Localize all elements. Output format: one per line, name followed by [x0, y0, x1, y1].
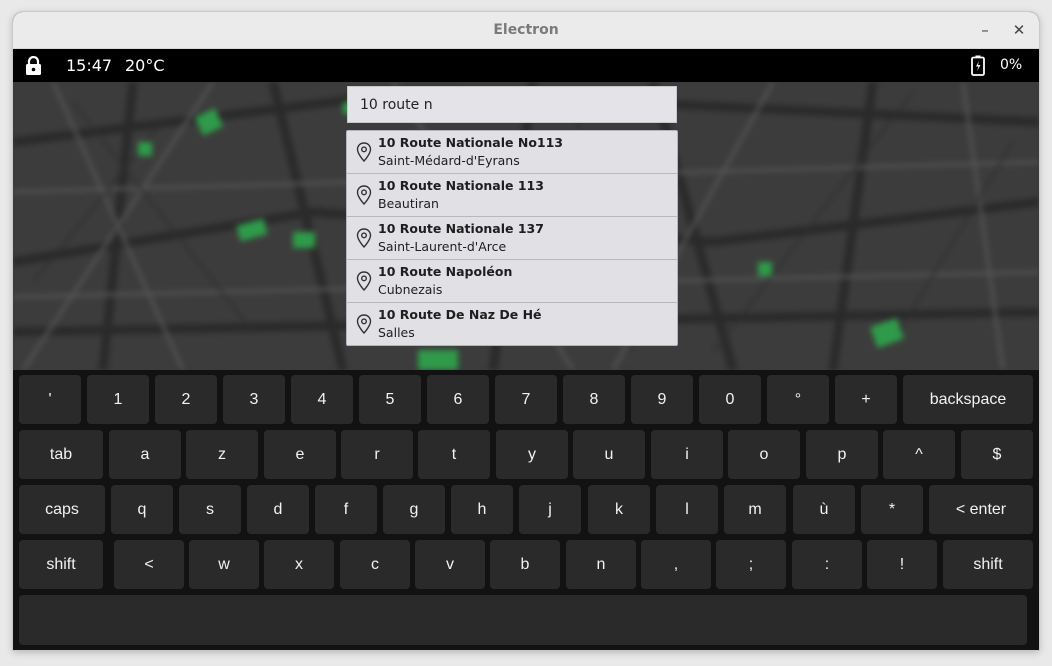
- minimize-button[interactable]: –: [973, 18, 997, 42]
- key-degree[interactable]: °: [767, 375, 829, 424]
- suggestion-item[interactable]: 10 Route Nationale 137 Saint-Laurent-d'Ar…: [347, 217, 677, 260]
- key-s[interactable]: s: [179, 485, 241, 534]
- key-x[interactable]: x: [264, 540, 334, 589]
- key-enter[interactable]: < enter: [929, 485, 1033, 534]
- key-less-than[interactable]: <: [114, 540, 184, 589]
- key-shift[interactable]: shift: [19, 540, 103, 589]
- key-space[interactable]: [19, 595, 1027, 645]
- key-u-grave[interactable]: ù: [793, 485, 855, 534]
- key-3[interactable]: 3: [223, 375, 285, 424]
- key-caps[interactable]: caps: [19, 485, 105, 534]
- battery-percent: 0%: [1000, 57, 1023, 73]
- key-9[interactable]: 9: [631, 375, 693, 424]
- status-bar: 15:47 20°C 0%: [13, 49, 1039, 82]
- key-7[interactable]: 7: [495, 375, 557, 424]
- suggestion-city: Cubnezais: [378, 282, 443, 297]
- key-j[interactable]: j: [519, 485, 581, 534]
- virtual-keyboard: ' 1 2 3 4 5 6 7 8 9 0 ° + backspace tab a z e r t y u i o p ^ $ cap…: [13, 370, 1039, 650]
- battery-charging-icon: [971, 55, 985, 76]
- clock: 15:47: [66, 56, 113, 75]
- key-a[interactable]: a: [109, 430, 181, 479]
- suggestion-item[interactable]: 10 Route Napoléon Cubnezais: [347, 260, 677, 303]
- key-0[interactable]: 0: [699, 375, 761, 424]
- key-m[interactable]: m: [724, 485, 786, 534]
- suggestion-list: 10 Route Nationale No113 Saint-Médard-d'E…: [346, 130, 678, 346]
- key-f[interactable]: f: [315, 485, 377, 534]
- suggestion-name: 10 Route Nationale 137: [378, 221, 544, 236]
- key-h[interactable]: h: [451, 485, 513, 534]
- suggestion-item[interactable]: 10 Route Nationale No113 Saint-Médard-d'E…: [347, 131, 677, 174]
- key-4[interactable]: 4: [291, 375, 353, 424]
- suggestion-city: Beautiran: [378, 196, 439, 211]
- close-button[interactable]: ✕: [1007, 18, 1031, 42]
- suggestion-item[interactable]: 10 Route De Naz De Hé Salles: [347, 303, 677, 345]
- location-pin-icon: [356, 185, 372, 205]
- suggestion-name: 10 Route De Naz De Hé: [378, 307, 542, 322]
- key-1[interactable]: 1: [87, 375, 149, 424]
- key-dollar[interactable]: $: [961, 430, 1033, 479]
- title-bar: Electron – ✕: [13, 12, 1039, 49]
- key-o[interactable]: o: [728, 430, 800, 479]
- lock-icon[interactable]: [25, 56, 42, 75]
- key-apostrophe[interactable]: ': [19, 375, 81, 424]
- key-p[interactable]: p: [806, 430, 878, 479]
- key-plus[interactable]: +: [835, 375, 897, 424]
- key-backspace[interactable]: backspace: [903, 375, 1033, 424]
- suggestion-name: 10 Route Nationale No113: [378, 135, 563, 150]
- key-caret[interactable]: ^: [883, 430, 955, 479]
- key-tab[interactable]: tab: [19, 430, 103, 479]
- suggestion-city: Salles: [378, 325, 415, 340]
- key-v[interactable]: v: [415, 540, 485, 589]
- suggestion-city: Saint-Laurent-d'Arce: [378, 239, 507, 254]
- search-input[interactable]: 10 route n: [347, 86, 677, 123]
- temperature: 20°C: [125, 56, 165, 75]
- location-pin-icon: [356, 314, 372, 334]
- key-c[interactable]: c: [340, 540, 410, 589]
- key-y[interactable]: y: [496, 430, 568, 479]
- key-d[interactable]: d: [247, 485, 309, 534]
- key-6[interactable]: 6: [427, 375, 489, 424]
- suggestion-name: 10 Route Napoléon: [378, 264, 513, 279]
- key-g[interactable]: g: [383, 485, 445, 534]
- key-8[interactable]: 8: [563, 375, 625, 424]
- key-k[interactable]: k: [588, 485, 650, 534]
- key-colon[interactable]: :: [792, 540, 862, 589]
- key-2[interactable]: 2: [155, 375, 217, 424]
- key-l[interactable]: l: [656, 485, 718, 534]
- key-u[interactable]: u: [573, 430, 645, 479]
- suggestion-item[interactable]: 10 Route Nationale 113 Beautiran: [347, 174, 677, 217]
- key-w[interactable]: w: [189, 540, 259, 589]
- key-n[interactable]: n: [566, 540, 636, 589]
- key-comma[interactable]: ,: [641, 540, 711, 589]
- suggestion-name: 10 Route Nationale 113: [378, 178, 544, 193]
- location-pin-icon: [356, 271, 372, 291]
- location-pin-icon: [356, 142, 372, 162]
- suggestion-city: Saint-Médard-d'Eyrans: [378, 153, 520, 168]
- key-i[interactable]: i: [651, 430, 723, 479]
- key-asterisk[interactable]: *: [861, 485, 923, 534]
- key-e[interactable]: e: [264, 430, 336, 479]
- key-semicolon[interactable]: ;: [716, 540, 786, 589]
- key-exclamation[interactable]: !: [867, 540, 937, 589]
- window-title: Electron: [493, 22, 559, 38]
- key-shift[interactable]: shift: [943, 540, 1033, 589]
- key-b[interactable]: b: [490, 540, 560, 589]
- key-r[interactable]: r: [341, 430, 413, 479]
- location-pin-icon: [356, 228, 372, 248]
- key-5[interactable]: 5: [359, 375, 421, 424]
- key-q[interactable]: q: [111, 485, 173, 534]
- key-t[interactable]: t: [418, 430, 490, 479]
- key-z[interactable]: z: [186, 430, 258, 479]
